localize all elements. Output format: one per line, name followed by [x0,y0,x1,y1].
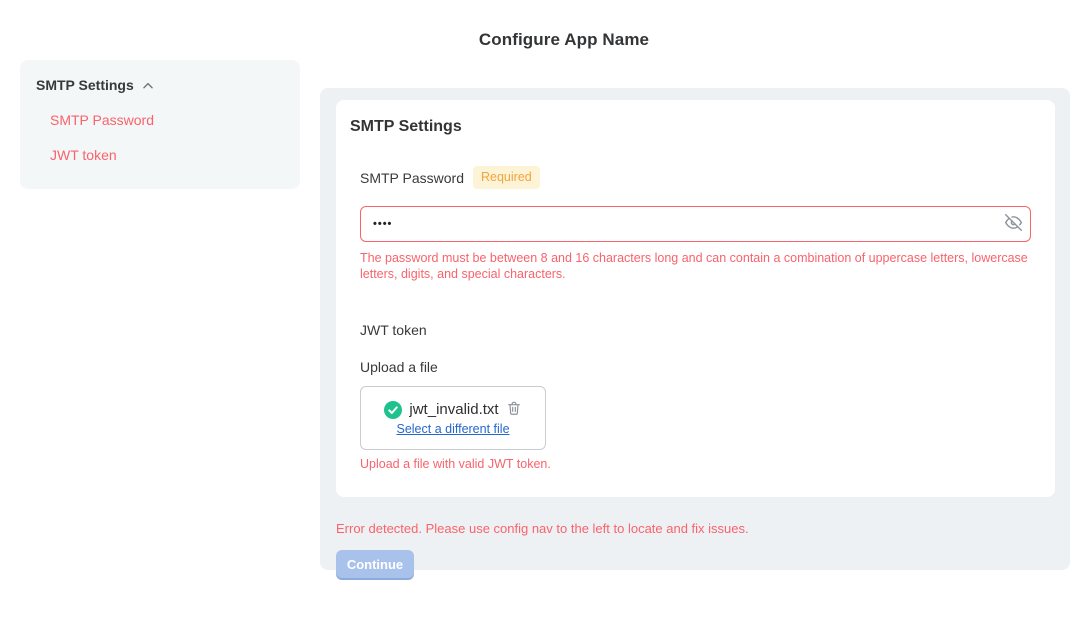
trash-icon [506,400,522,419]
sidebar-item-smtp-password[interactable]: SMTP Password [50,112,284,128]
smtp-password-input[interactable] [361,218,996,230]
delete-file-button[interactable] [506,400,522,419]
eye-off-icon [1005,214,1022,234]
file-upload-box: jwt_invalid.txt Select a different file [360,386,546,450]
chevron-up-icon [141,79,155,93]
smtp-password-field-wrap [360,206,1031,242]
smtp-password-label: SMTP Password [360,170,464,186]
sidebar-item-jwt-token[interactable]: JWT token [50,147,284,163]
smtp-settings-card: SMTP Settings SMTP Password Required [336,100,1055,497]
config-panel: SMTP Settings SMTP Password Required [320,88,1070,570]
required-badge: Required [473,166,540,189]
error-summary: Error detected. Please use config nav to… [336,521,1054,536]
jwt-token-group: JWT token Upload a file jwt_invalid.txt [360,322,1031,471]
sidebar-section-label: SMTP Settings [36,77,134,93]
jwt-token-label: JWT token [360,322,1031,338]
uploaded-file-name: jwt_invalid.txt [409,401,498,418]
jwt-token-error: Upload a file with valid JWT token. [360,457,1031,471]
continue-button[interactable]: Continue [336,550,414,578]
select-different-file-link[interactable]: Select a different file [396,422,509,436]
card-heading: SMTP Settings [350,118,1031,136]
smtp-password-error: The password must be between 8 and 16 ch… [360,250,1031,282]
toggle-password-visibility-button[interactable] [996,207,1030,241]
upload-file-label: Upload a file [360,359,1031,375]
check-circle-icon [384,401,402,419]
smtp-password-group: SMTP Password Required The pas [360,166,1031,282]
page-title: Configure App Name [40,30,1088,50]
config-nav-sidebar: SMTP Settings SMTP Password JWT token [20,60,300,189]
sidebar-section-smtp-settings[interactable]: SMTP Settings [36,77,284,93]
